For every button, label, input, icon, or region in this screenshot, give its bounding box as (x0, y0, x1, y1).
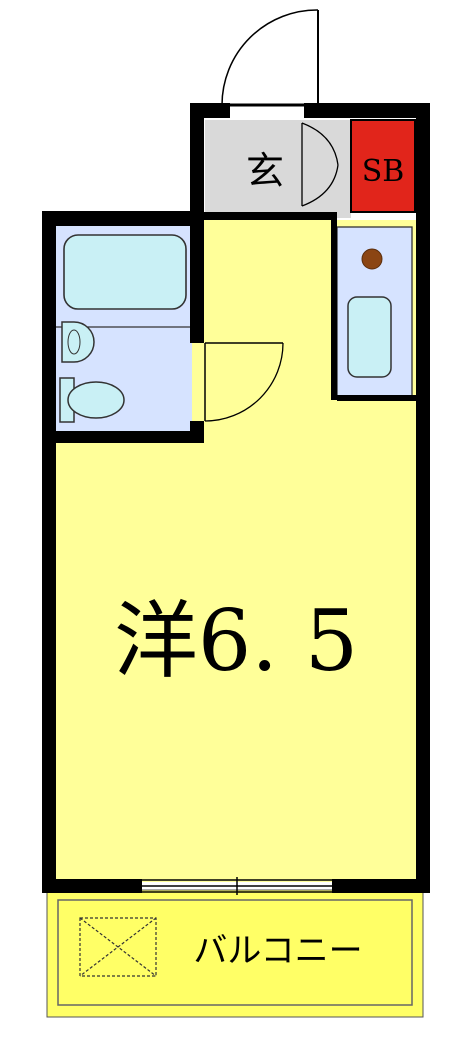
balcony-window (142, 877, 332, 895)
entry-door-icon (221, 9, 319, 107)
sink-icon (347, 296, 392, 378)
bathtub-icon (63, 234, 187, 310)
floorplan-page: 玄 SB 洋6. 5 バルコニー (0, 0, 466, 1040)
western-room-label: 洋6. 5 (114, 592, 358, 690)
washbasin-icon (61, 321, 95, 363)
floorplan-diagram: 玄 SB 洋6. 5 バルコニー (42, 9, 430, 1018)
balcony-label: バルコニー (193, 931, 362, 971)
shoe-box-label: SB (362, 154, 405, 189)
kitchen-counter (336, 226, 413, 398)
genkan-label: 玄 (246, 149, 284, 193)
bathroom-unit (55, 220, 192, 432)
stove-icon (361, 248, 383, 270)
